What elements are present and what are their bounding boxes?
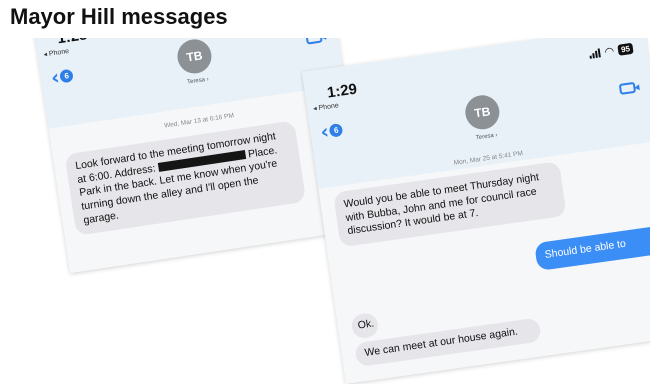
status-icons: ◠ 95	[589, 42, 634, 61]
contact-avatar[interactable]: TB	[463, 93, 502, 132]
contact-name[interactable]: Teresa ›	[476, 132, 498, 141]
video-call-icon[interactable]	[618, 81, 637, 95]
page-title: Mayor Hill messages	[10, 4, 228, 29]
incoming-message: We can meet at our house again.	[354, 317, 542, 367]
header: Mayor Hill messages	[0, 0, 650, 38]
back-button[interactable]: ‹ 6	[49, 64, 75, 90]
back-to-phone-link[interactable]: ◂ Phone	[43, 47, 69, 59]
wifi-icon: ◠	[603, 44, 616, 59]
contact-avatar[interactable]: TB	[175, 37, 214, 76]
contact-name[interactable]: Teresa ›	[187, 77, 209, 86]
battery-icon: 95	[617, 42, 634, 56]
unread-count-badge: 6	[328, 122, 344, 138]
chevron-left-icon: ‹	[49, 64, 61, 90]
back-to-phone-link[interactable]: ◂ Phone	[313, 101, 339, 113]
signal-icon	[589, 48, 602, 59]
outgoing-message: Should be able to	[534, 224, 650, 271]
message-screenshot-2: 1:29 ◂ Phone ◠ 95 ‹ 6 TB Teresa › Mon, M…	[302, 23, 650, 384]
chevron-left-icon: ‹	[318, 118, 331, 144]
conversation-header: 1:29 ◂ Phone ◠ 95 ‹ 6 TB Teresa ›	[302, 23, 650, 189]
status-time: 1:29	[326, 80, 359, 102]
unread-count-badge: 6	[59, 68, 75, 83]
incoming-message: Ok.	[350, 312, 380, 340]
back-button[interactable]: ‹ 6	[318, 118, 344, 144]
